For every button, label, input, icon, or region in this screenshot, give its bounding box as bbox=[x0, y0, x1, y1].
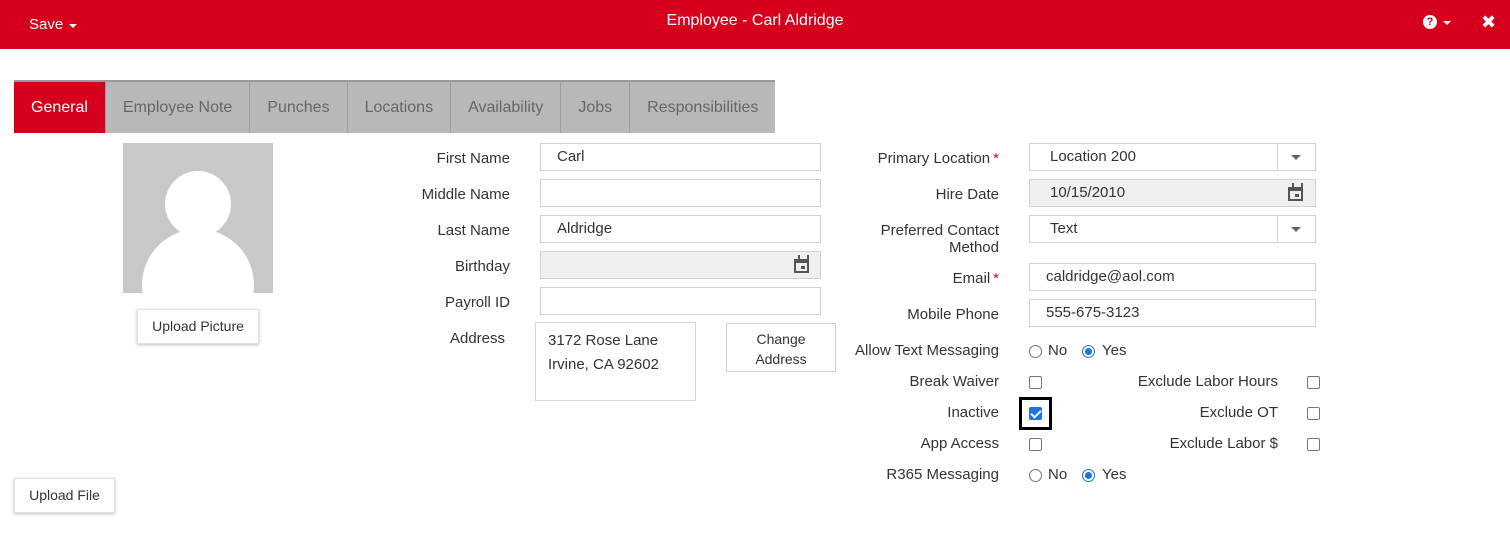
primary-location-value: Location 200 bbox=[1050, 148, 1136, 165]
tab-jobs[interactable]: Jobs bbox=[561, 82, 631, 133]
email-field[interactable]: caldridge@aol.com bbox=[1029, 263, 1316, 291]
tab-responsibilities[interactable]: Responsibilities bbox=[630, 82, 776, 133]
caret-down-icon bbox=[1443, 21, 1451, 25]
tab-punches[interactable]: Punches bbox=[250, 82, 348, 133]
tab-general[interactable]: General bbox=[14, 82, 106, 133]
mobile-phone-field[interactable]: 555-675-3123 bbox=[1029, 299, 1316, 327]
middle-name-field[interactable] bbox=[540, 179, 821, 207]
close-icon[interactable]: ✖ bbox=[1481, 12, 1496, 33]
dropdown-separator bbox=[1277, 144, 1278, 170]
email-label: Email * bbox=[953, 270, 999, 287]
mobile-phone-label: Mobile Phone bbox=[907, 306, 999, 323]
preferred-contact-value: Text bbox=[1050, 220, 1078, 237]
avatar bbox=[123, 143, 273, 293]
primary-location-select[interactable]: Location 200 bbox=[1029, 143, 1316, 171]
page-title: Employee - Carl Aldridge bbox=[666, 12, 844, 29]
last-name-field[interactable]: Aldridge bbox=[540, 215, 821, 243]
r365-no-radio[interactable] bbox=[1029, 469, 1042, 482]
preferred-contact-label-line-1: Preferred Contact bbox=[880, 222, 999, 239]
first-name-field[interactable]: Carl bbox=[540, 143, 821, 171]
address-label: Address bbox=[449, 330, 505, 347]
tab-bar: General Employee Note Punches Locations … bbox=[14, 80, 776, 133]
primary-location-label-text: Primary Location bbox=[877, 150, 991, 167]
allow-text-messaging-label: Allow Text Messaging bbox=[855, 342, 999, 359]
hire-date-label: Hire Date bbox=[935, 186, 999, 203]
inactive-checkbox[interactable] bbox=[1029, 407, 1042, 420]
allow-text-yes-radio[interactable] bbox=[1082, 345, 1095, 358]
birthday-label: Birthday bbox=[454, 258, 510, 275]
exclude-labor-dollars-label: Exclude Labor $ bbox=[1169, 435, 1278, 452]
chevron-down-icon bbox=[1291, 155, 1301, 160]
calendar-icon[interactable] bbox=[1288, 183, 1303, 201]
payroll-id-label: Payroll ID bbox=[444, 294, 510, 311]
break-waiver-label: Break Waiver bbox=[909, 373, 999, 390]
exclude-labor-hours-checkbox[interactable] bbox=[1307, 376, 1320, 389]
upload-file-button[interactable]: Upload File bbox=[14, 478, 115, 513]
last-name-label: Last Name bbox=[437, 222, 510, 239]
title-bar: Save Employee - Carl Aldridge ? ✖ bbox=[0, 0, 1510, 49]
help-icon: ? bbox=[1423, 15, 1437, 29]
avatar-head bbox=[165, 171, 231, 237]
app-access-label: App Access bbox=[920, 435, 999, 452]
required-mark: * bbox=[993, 150, 999, 167]
r365-yes-radio[interactable] bbox=[1082, 469, 1095, 482]
preferred-contact-label: Preferred Contact Method bbox=[881, 222, 999, 256]
help-menu-button[interactable]: ? bbox=[1423, 15, 1451, 29]
change-address-button[interactable]: Change Address bbox=[726, 323, 836, 372]
preferred-contact-select[interactable]: Text bbox=[1029, 215, 1316, 243]
address-line-1: 3172 Rose Lane bbox=[548, 332, 659, 349]
exclude-ot-label: Exclude OT bbox=[1199, 404, 1278, 421]
r365-messaging-label: R365 Messaging bbox=[886, 466, 999, 483]
calendar-icon[interactable] bbox=[794, 255, 809, 273]
exclude-labor-dollars-checkbox[interactable] bbox=[1307, 438, 1320, 451]
exclude-labor-hours-label: Exclude Labor Hours bbox=[1137, 373, 1278, 390]
dropdown-separator bbox=[1277, 216, 1278, 242]
change-address-line-2: Address bbox=[755, 351, 807, 367]
exclude-ot-checkbox[interactable] bbox=[1307, 407, 1320, 420]
r365-yes-label: Yes bbox=[1102, 466, 1127, 483]
allow-text-no-radio[interactable] bbox=[1029, 345, 1042, 358]
birthday-field[interactable] bbox=[540, 251, 821, 279]
payroll-id-field[interactable] bbox=[540, 287, 821, 315]
tab-availability[interactable]: Availability bbox=[451, 82, 562, 133]
allow-text-no-label: No bbox=[1048, 342, 1068, 359]
hire-date-value: 10/15/2010 bbox=[1050, 184, 1126, 201]
hire-date-field[interactable]: 10/15/2010 bbox=[1029, 179, 1316, 207]
app-access-checkbox[interactable] bbox=[1029, 438, 1042, 451]
r365-no-label: No bbox=[1048, 466, 1068, 483]
address-display: 3172 Rose Lane Irvine, CA 92602 bbox=[535, 322, 696, 401]
avatar-body bbox=[142, 229, 254, 293]
first-name-label: First Name bbox=[436, 150, 510, 167]
preferred-contact-label-line-2: Method bbox=[948, 239, 999, 256]
required-mark: * bbox=[993, 270, 999, 287]
tab-locations[interactable]: Locations bbox=[347, 82, 452, 133]
primary-location-label: Primary Location * bbox=[878, 150, 999, 167]
break-waiver-checkbox[interactable] bbox=[1029, 376, 1042, 389]
email-label-text: Email bbox=[952, 270, 991, 287]
tab-employee-note[interactable]: Employee Note bbox=[105, 82, 251, 133]
change-address-line-1: Change bbox=[756, 331, 806, 347]
chevron-down-icon bbox=[1291, 227, 1301, 232]
middle-name-label: Middle Name bbox=[421, 186, 510, 203]
upload-picture-button[interactable]: Upload Picture bbox=[137, 309, 259, 344]
address-line-2: Irvine, CA 92602 bbox=[548, 356, 659, 373]
allow-text-yes-label: Yes bbox=[1102, 342, 1127, 359]
inactive-label: Inactive bbox=[947, 404, 999, 421]
